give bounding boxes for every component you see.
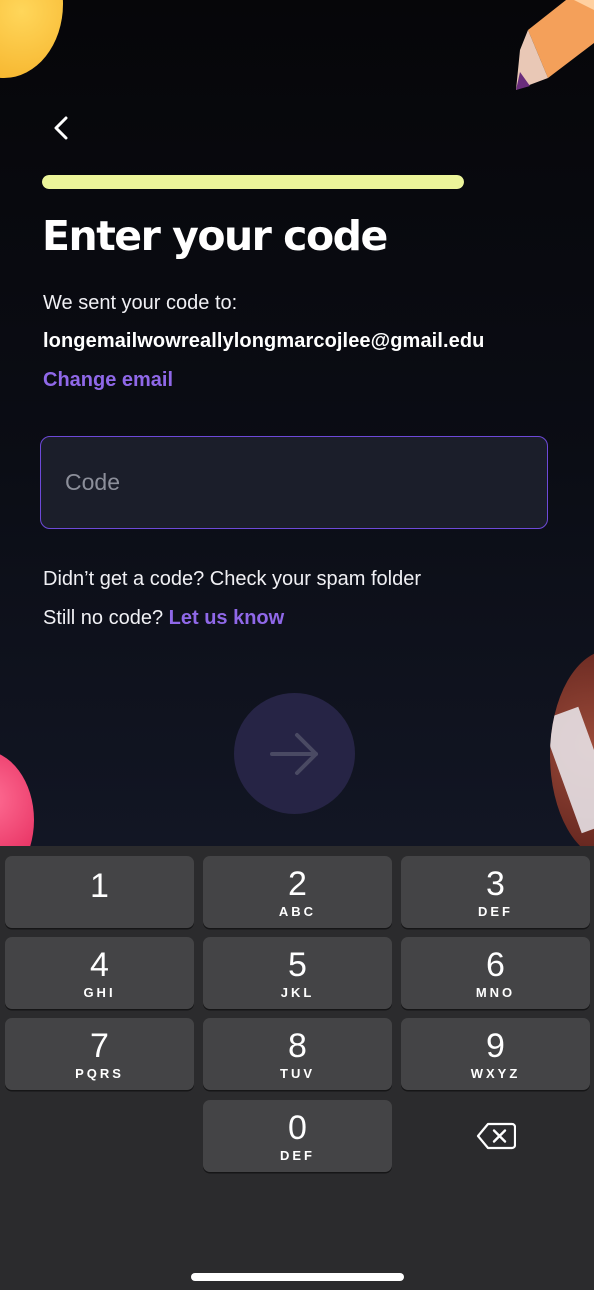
key-letters: MNO — [475, 984, 516, 1000]
next-button[interactable] — [234, 693, 355, 814]
key-3[interactable]: 3 DEF — [401, 856, 590, 928]
sent-code-label: We sent your code to: — [43, 292, 238, 314]
backspace-icon — [476, 1122, 516, 1150]
key-letters: ABC — [278, 903, 317, 919]
change-email-link[interactable]: Change email — [43, 369, 173, 392]
key-letters: GHI — [83, 984, 116, 1000]
progress-bar — [42, 175, 464, 189]
key-digit: 9 — [486, 1026, 505, 1065]
let-us-know-link[interactable]: Let us know — [169, 607, 285, 629]
key-6[interactable]: 6 MNO — [401, 937, 590, 1009]
pencil-decoration — [516, 0, 594, 90]
key-5[interactable]: 5 JKL — [203, 937, 392, 1009]
key-digit: 8 — [288, 1026, 307, 1065]
key-2[interactable]: 2 ABC — [203, 856, 392, 928]
football-decoration — [550, 650, 594, 846]
pink-ball-decoration — [0, 750, 34, 846]
home-indicator[interactable] — [191, 1273, 404, 1281]
email-address: longemailwowreallylongmarcojlee@gmail.ed… — [43, 330, 485, 352]
key-digit: 1 — [90, 867, 109, 905]
key-letters: TUV — [280, 1065, 315, 1081]
chevron-left-icon — [54, 116, 68, 140]
key-digit: 5 — [288, 945, 307, 984]
no-code-label: Still no code? — [43, 607, 164, 629]
key-1[interactable]: 1 — [5, 856, 194, 928]
key-digit: 0 — [288, 1108, 307, 1147]
key-letters: JKL — [280, 984, 315, 1000]
progress-bar-fill — [42, 175, 464, 189]
arrow-right-icon — [269, 732, 318, 775]
key-7[interactable]: 7 PQRS — [5, 1018, 194, 1090]
no-code-line: Still no code? Let us know — [43, 607, 284, 630]
spam-folder-hint: Didn’t get a code? Check your spam folde… — [43, 568, 421, 590]
key-0[interactable]: 0 DEF — [203, 1100, 392, 1172]
key-4[interactable]: 4 GHI — [5, 937, 194, 1009]
key-digit: 7 — [90, 1026, 109, 1065]
key-letters: DEF — [280, 1147, 315, 1163]
onboarding-screen: Enter your code We sent your code to: lo… — [0, 0, 594, 846]
key-digit: 2 — [288, 864, 307, 903]
key-letters: PQRS — [75, 1065, 124, 1081]
delete-key[interactable] — [401, 1100, 590, 1172]
key-letters: WXYZ — [470, 1065, 521, 1081]
key-9[interactable]: 9 WXYZ — [401, 1018, 590, 1090]
key-digit: 6 — [486, 945, 505, 984]
yellow-ball-decoration — [0, 0, 63, 78]
code-field[interactable] — [40, 436, 548, 529]
page-title: Enter your code — [42, 212, 388, 260]
key-digit: 3 — [486, 864, 505, 903]
key-8[interactable]: 8 TUV — [203, 1018, 392, 1090]
code-input[interactable] — [41, 437, 547, 528]
back-button[interactable] — [42, 108, 82, 148]
key-letters: DEF — [478, 903, 513, 919]
key-digit: 4 — [90, 945, 109, 984]
